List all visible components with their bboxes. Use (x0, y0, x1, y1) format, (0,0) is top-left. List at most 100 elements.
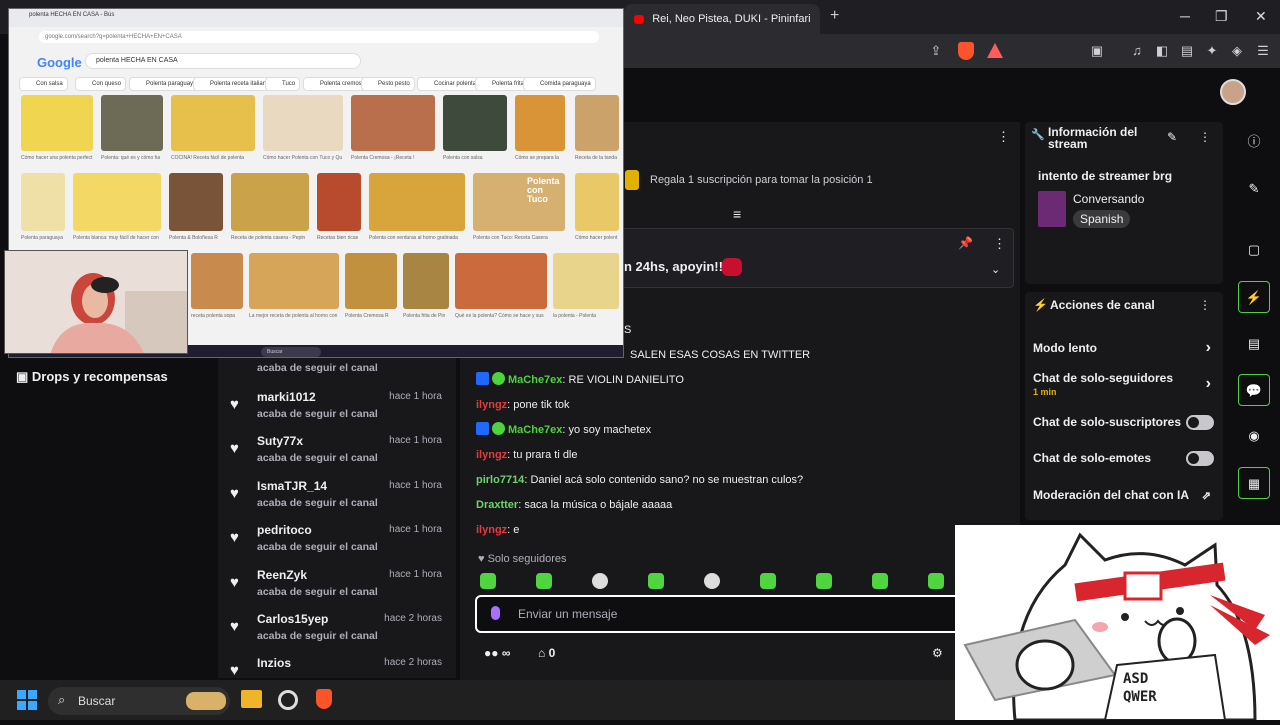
maximize-button[interactable]: ❐ (1215, 8, 1228, 25)
microphone-icon[interactable] (491, 606, 500, 620)
feed-item-sub: acaba de seguir el canal (257, 630, 378, 642)
language-tag[interactable]: Spanish (1073, 210, 1131, 228)
file-explorer-icon[interactable] (241, 690, 262, 708)
result-caption: Qué es la polenta? Cómo se hace y sus (455, 313, 544, 319)
result-caption: Polenta con verduras al horno gratinada (369, 235, 458, 241)
heart-icon: ♥ (230, 574, 239, 591)
feed-item-name: pedritoco (257, 523, 312, 537)
chat-text: pone tik tok (513, 399, 570, 411)
channel-points-button[interactable]: ●● ∞ (484, 646, 510, 660)
brave-rewards-icon[interactable] (987, 43, 1003, 58)
chat-username[interactable]: pirlo7714 (476, 474, 524, 486)
share-icon[interactable]: ⇪ (927, 42, 945, 60)
chevron-down-icon[interactable]: ⌄ (991, 263, 1000, 276)
heart-icon: ♥ (230, 662, 239, 678)
slow-mode-label: Modo lento (1033, 341, 1097, 355)
feed-item-name: Carlos15yep (257, 612, 329, 626)
browser-tab-active[interactable]: Rei, Neo Pistea, DUKI - Pininfarina (R (624, 4, 820, 34)
chat-text: saca la música o bájale aaaaa (524, 499, 673, 511)
brave-shields-icon[interactable] (958, 42, 974, 60)
emote-icon[interactable] (816, 573, 832, 589)
emotes-only-label: Chat de solo-emotes (1033, 451, 1152, 465)
feed-item[interactable]: ♥ Suty77x acaba de seguir el canal hace 1 h… (230, 434, 450, 478)
user-avatar[interactable] (1220, 79, 1246, 105)
stream-category[interactable]: Conversando (1073, 192, 1144, 206)
actions-more-icon[interactable]: ⋮ (1199, 298, 1211, 312)
chevron-right-icon: › (1205, 339, 1211, 356)
notes-icon[interactable]: ▤ (1238, 328, 1270, 360)
feed-item-time: hace 1 hora (389, 391, 442, 402)
emote-icon[interactable] (928, 573, 944, 589)
chat-settings-icon[interactable]: ⚙ (932, 646, 943, 660)
info-more-icon[interactable]: ⋮ (1199, 130, 1211, 144)
emote-icon[interactable] (536, 573, 552, 589)
search-chip: Polenta cremosa (303, 77, 371, 91)
result-image (515, 95, 565, 151)
feed-item[interactable]: ♥ Carlos15yep acaba de seguir el canal hace… (230, 612, 450, 656)
feed-item[interactable]: ♥ pedritoco acaba de seguir el canal hace 1… (230, 523, 450, 567)
result-image (101, 95, 163, 151)
feed-item-time: hace 1 hora (389, 435, 442, 446)
result-caption: Polenta paraguaya (21, 235, 63, 241)
feed-item[interactable]: ♥ Inzios hace 2 horas (230, 656, 450, 678)
result-image (455, 253, 547, 309)
broadcast-icon[interactable]: ◉ (1238, 420, 1270, 452)
minimize-button[interactable]: ─ (1180, 8, 1190, 24)
edit-icon[interactable]: ✎ (1238, 173, 1270, 205)
emote-icon[interactable] (760, 573, 776, 589)
external-link-icon: ⇗ (1201, 490, 1211, 502)
lightning-icon[interactable]: ⚡ (1238, 281, 1270, 313)
layout-icon[interactable]: ▦ (1238, 467, 1270, 499)
chat-message: Draxtter: saca la música o bájale aaaaa (476, 499, 673, 511)
feed-item[interactable]: ♥ IsmaTJR_14 acaba de seguir el canal hace … (230, 479, 450, 523)
followers-only-row[interactable]: Chat de solo-seguidores 1 min › (1033, 371, 1215, 397)
vpn-icon[interactable]: ◈ (1228, 42, 1246, 60)
reader-mode-icon[interactable]: ▣ (1088, 42, 1106, 60)
slow-mode-row[interactable]: Modo lento › (1033, 339, 1215, 356)
feed-item[interactable]: ♥ ReenZyk acaba de seguir el canal hace 1 h… (230, 568, 450, 612)
clip-icon[interactable]: ▢ (1238, 234, 1270, 266)
chat-username[interactable]: Draxtter (476, 499, 518, 511)
followers-only-notice: ♥ Solo seguidores (478, 553, 566, 565)
youtube-icon (634, 14, 645, 24)
emotes-only-toggle[interactable] (1186, 451, 1214, 466)
menu-icon[interactable]: ☰ (1254, 42, 1272, 60)
emote-icon[interactable] (480, 573, 496, 589)
pin-icon[interactable]: 📌 (958, 236, 973, 250)
chat-username[interactable]: MaChe7ex (508, 374, 562, 386)
close-window-button[interactable]: ✕ (1255, 8, 1267, 25)
chat-more-icon[interactable]: ⋮ (997, 129, 1010, 145)
wallet-icon[interactable]: ▤ (1178, 42, 1196, 60)
emote-icon[interactable] (704, 573, 720, 589)
category-thumbnail[interactable] (1038, 191, 1066, 227)
brave-browser-icon[interactable] (316, 689, 332, 709)
sidebar-icon[interactable]: ◧ (1153, 42, 1171, 60)
collapse-icon[interactable]: ≡ (733, 206, 741, 222)
new-tab-button[interactable]: + (830, 7, 839, 25)
music-icon[interactable]: ♫ (1128, 42, 1146, 60)
chat-username[interactable]: ilyngz (476, 449, 507, 461)
pinned-more-icon[interactable]: ⋮ (993, 236, 1006, 252)
feed-item[interactable]: ♥ marki1012 acaba de seguir el canal hace 1… (230, 390, 450, 434)
edit-icon[interactable]: ✎ (1167, 130, 1177, 144)
followers-only-label: Chat de solo-seguidores (1033, 371, 1174, 385)
emote-icon[interactable] (648, 573, 664, 589)
emote-icon[interactable] (592, 573, 608, 589)
obs-icon[interactable] (278, 690, 298, 710)
ai-moderation-row[interactable]: Moderación del chat con IA ⇗ (1033, 488, 1215, 502)
windows-start-icon[interactable] (17, 690, 37, 710)
verified-badge-icon (492, 372, 505, 385)
leo-ai-icon[interactable]: ✦ (1203, 42, 1221, 60)
gift-sub-prompt[interactable]: Regala 1 suscripción para tomar la posic… (650, 174, 873, 186)
chat-username[interactable]: MaChe7ex (508, 424, 562, 436)
subs-only-toggle[interactable] (1186, 415, 1214, 430)
chat-username[interactable]: ilyngz (476, 399, 507, 411)
store-button[interactable]: ⌂ 0 (538, 646, 555, 660)
result-image (575, 95, 619, 151)
chat-bubble-icon[interactable]: 💬 (1238, 374, 1270, 406)
emote-icon[interactable] (872, 573, 888, 589)
info-icon[interactable]: ⓘ (1238, 126, 1270, 158)
chat-username[interactable]: ilyngz (476, 524, 507, 536)
drops-nav-item[interactable]: ▣ Drops y recompensas (16, 369, 168, 385)
result-caption: Receta de polenta casera - Pepin (231, 235, 306, 241)
